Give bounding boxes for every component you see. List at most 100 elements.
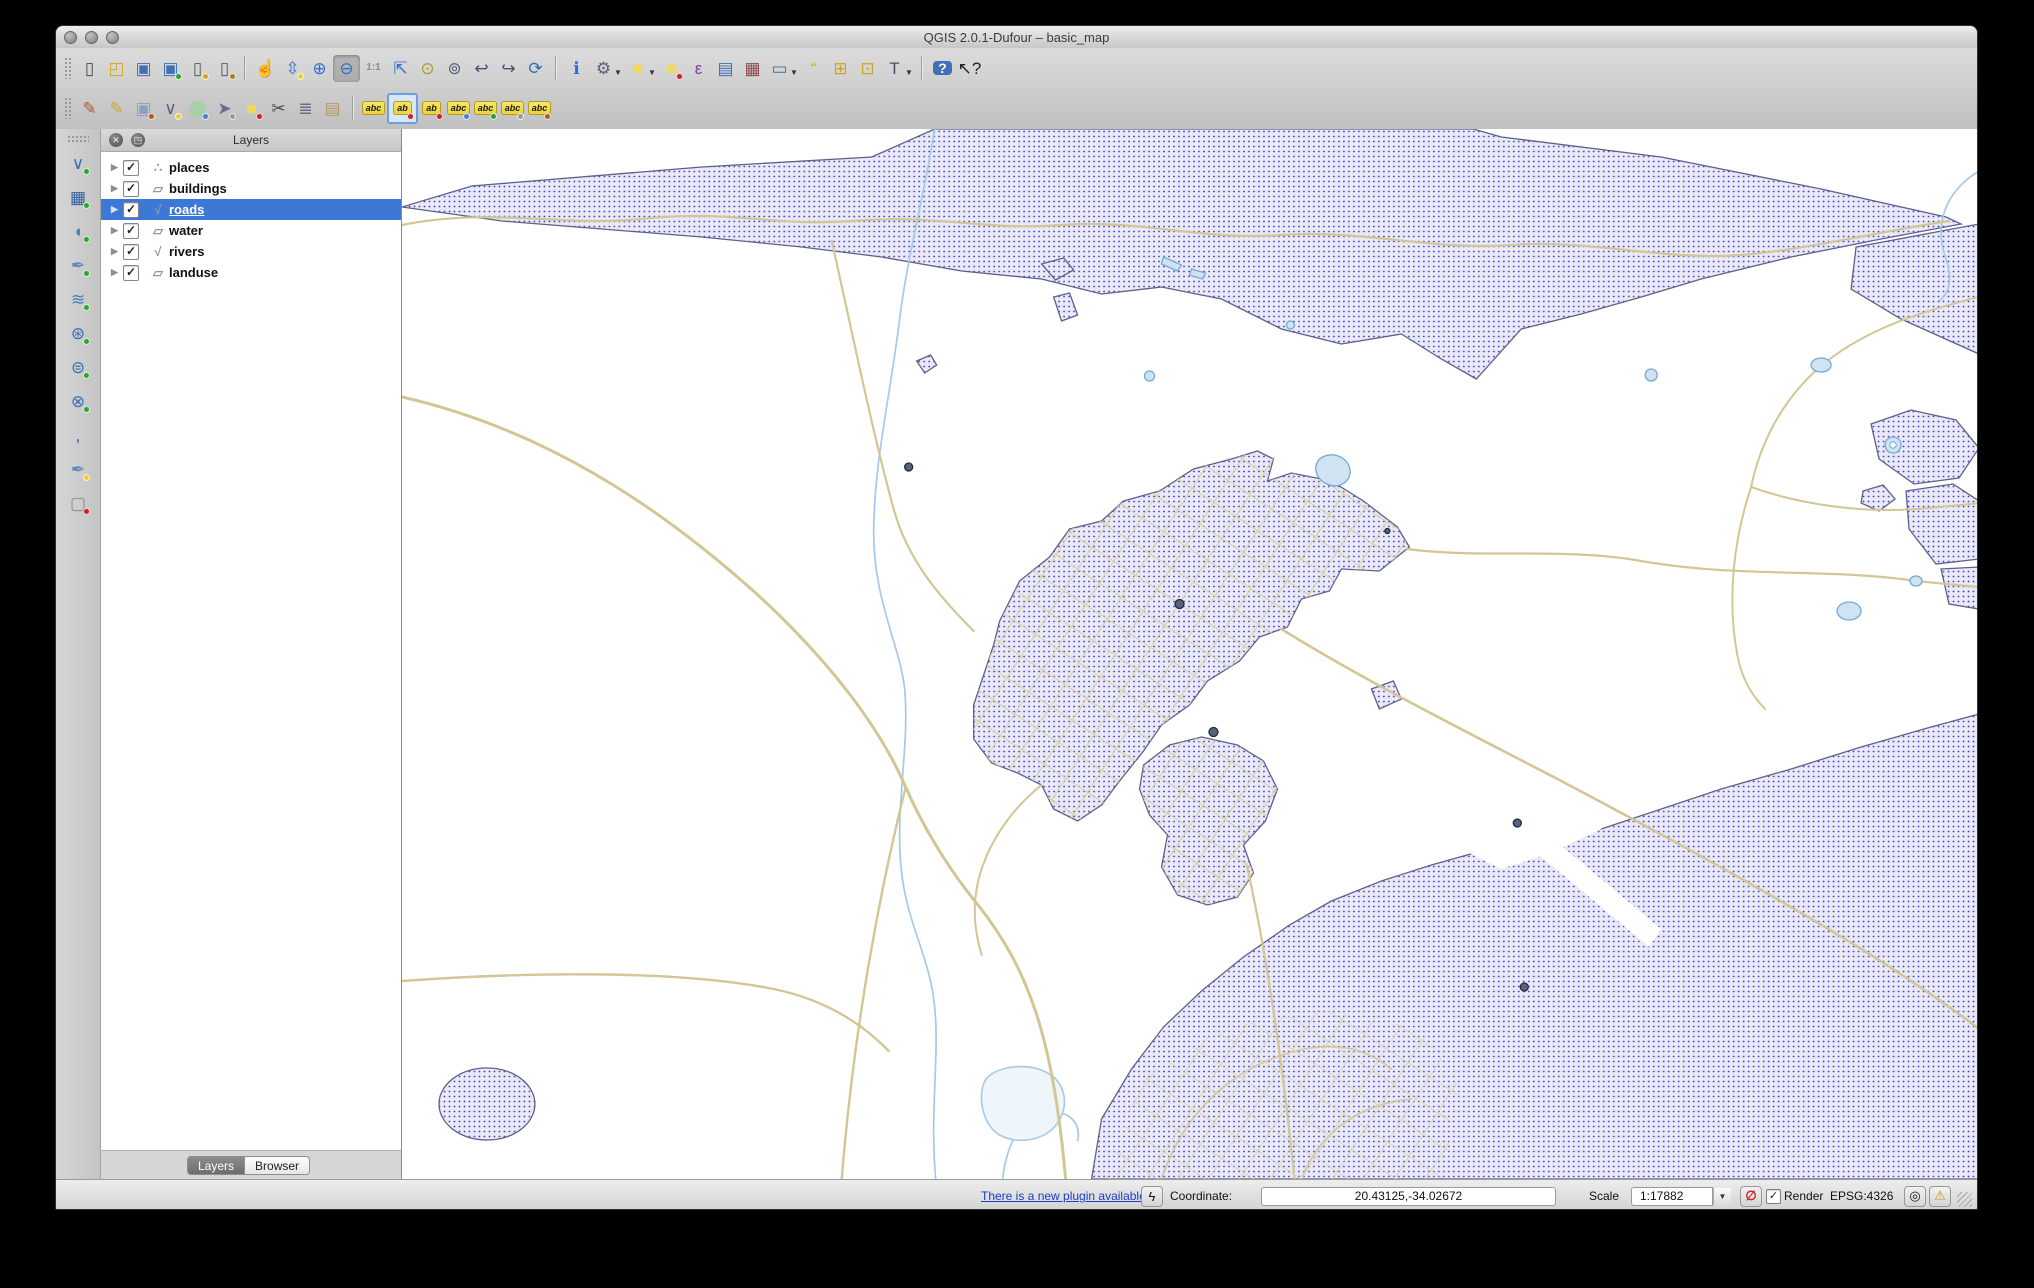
copy-features[interactable]: ≣ [292,95,319,122]
add-wcs-layer[interactable]: ⊜ [65,354,92,381]
toggle-editing[interactable]: ✎ [103,95,130,122]
render-checkbox[interactable]: ✓ [1766,1188,1781,1204]
layer-visibility-checkbox[interactable]: ✓ [123,222,139,239]
pan-map[interactable]: ☝ [252,55,279,82]
zoom-last[interactable]: ↩ [468,55,495,82]
expander-icon[interactable]: ▶ [111,162,123,173]
add-vector-layer[interactable]: ∨ [65,150,92,177]
label-properties[interactable]: abc [526,95,553,122]
toolbar-drag-handle[interactable] [64,97,72,119]
plugin-available-link[interactable]: There is a new plugin available [981,1189,1146,1203]
stop-render-icon[interactable]: ∅ [1740,1185,1762,1207]
map-canvas[interactable] [401,129,1977,1179]
layer-item-buildings[interactable]: ▶ ✓ ▱ buildings [101,178,401,199]
identify-features[interactable]: ℹ [563,55,590,82]
new-spatialite-layer[interactable]: ✒ [65,456,92,483]
city-streets [973,451,1462,1179]
coordinate-label: Coordinate: [1170,1189,1233,1203]
move-label[interactable]: abc [445,95,472,122]
delete-selected[interactable]: ■ [238,95,265,122]
zoom-out[interactable]: ⊖ [333,54,360,82]
layer-visibility-checkbox[interactable]: ✓ [123,201,139,218]
zoom-full[interactable]: ⇱ [387,55,414,82]
add-postgis-layer[interactable]: ◖ [65,218,92,245]
layer-visibility-checkbox[interactable]: ✓ [123,264,139,281]
new-project[interactable]: ▯ [76,55,103,82]
plugin-icon[interactable]: ϟ [1141,1185,1163,1207]
add-delimited-text-layer[interactable]: , [65,422,92,449]
add-wms-layer[interactable]: ⊛ [65,320,92,347]
layer-item-roads[interactable]: ▶ ✓ √ roads [101,199,401,220]
expander-icon[interactable]: ▶ [111,246,123,257]
new-shapefile-layer[interactable]: ▢ [65,490,92,517]
layer-visibility-checkbox[interactable]: ✓ [123,243,139,260]
scale-dropdown-icon[interactable]: ▼ [1713,1187,1731,1205]
expander-icon[interactable]: ▶ [111,204,123,215]
zoom-in[interactable]: ⊕ [306,55,333,82]
tab-browser[interactable]: Browser [245,1155,311,1175]
resize-grip[interactable] [1957,1192,1972,1207]
scale-combobox[interactable]: 1:17882 [1631,1186,1713,1206]
window-title: QGIS 2.0.1-Dufour – basic_map [923,29,1110,45]
whats-this[interactable]: ↖? [956,55,983,82]
coordinate-input[interactable]: 20.43125,-34.02672 [1261,1186,1556,1206]
layer-item-water[interactable]: ▶ ✓ ▱ water [101,220,401,241]
add-mssql-layer[interactable]: ≋ [65,286,92,313]
zoom-next[interactable]: ↪ [495,55,522,82]
expander-icon[interactable]: ▶ [111,183,123,194]
add-wfs-layer[interactable]: ⊗ [65,388,92,415]
digitizing-label-toolbar: ✎ ✎ ▣ ∨ ⬤ ➤ ■ ✂ ≣ ▤ abc ab ab abc abc abc abc [56,88,1977,128]
layer-visibility-checkbox[interactable]: ✓ [123,180,139,197]
layer-visibility-checkbox[interactable]: ✓ [123,159,139,176]
field-calculator[interactable]: ▦ [739,55,766,82]
expander-icon[interactable]: ▶ [111,225,123,236]
add-spatialite-layer[interactable]: ✒ [65,252,92,279]
open-attribute-table[interactable]: ▤ [712,55,739,82]
new-bookmark[interactable]: ⊞ [827,55,854,82]
layer-labeling-options[interactable]: abc [360,95,387,122]
run-feature-action[interactable]: ⚙ [590,55,617,82]
select-features[interactable]: ■ [624,55,651,82]
toolbar-drag-handle[interactable] [67,135,89,143]
crs-status-icon[interactable]: ◎ [1904,1185,1926,1207]
layer-item-rivers[interactable]: ▶ ✓ √ rivers [101,241,401,262]
map-tips[interactable]: “ [800,55,827,82]
measure[interactable]: ▭ [766,55,793,82]
deselect-features[interactable]: ■ [658,55,685,82]
new-print-composer[interactable]: ▯ [184,55,211,82]
show-bookmarks[interactable]: ⊡ [854,55,881,82]
select-by-expression[interactable]: ε [685,55,712,82]
zoom-native[interactable]: 1:1 [360,55,387,82]
cut-features[interactable]: ✂ [265,95,292,122]
log-messages-warning-icon[interactable]: ⚠ [1929,1185,1951,1207]
highlight-pinned-labels[interactable]: ab [418,95,445,122]
save-layer-edits[interactable]: ▣ [130,95,157,122]
add-feature[interactable]: ∨ [157,95,184,122]
zoom-to-selection[interactable]: ⊙ [414,55,441,82]
layer-item-places[interactable]: ▶ ✓ ∴ places [101,157,401,178]
toolbar-area: ▯ ◰ ▣ ▣ ▯ ▯ ☝ ⇳ ⊕ ⊖ 1:1 ⇱ ⊙ ⊚ ↩ ↪ ⟳ ℹ ⚙ ▼ ■ ▼ ■ ε ▤ ▦ ▭ ▼ “⊞ ⊡ T ▼? ↖? ✎… [56,48,1977,130]
toolbar-drag-handle[interactable] [64,57,72,79]
layer-item-landuse[interactable]: ▶ ✓ ▱ landuse [101,262,401,283]
expander-icon[interactable]: ▶ [111,267,123,278]
composer-manager[interactable]: ▯ [211,55,238,82]
add-raster-layer[interactable]: ▦ [65,184,92,211]
change-label[interactable]: abc [499,95,526,122]
title-bar[interactable]: QGIS 2.0.1-Dufour – basic_map [56,26,1977,49]
text-annotation[interactable]: T [881,55,908,82]
refresh-map[interactable]: ⟳ [522,55,549,82]
help-contents[interactable]: ? [929,55,956,82]
save-layer-edits-badge [148,112,155,120]
pin-unpin-labels[interactable]: ab [387,92,418,124]
pan-to-selection[interactable]: ⇳ [279,55,306,82]
move-feature[interactable]: ⬤ [184,95,211,122]
save-project-as[interactable]: ▣ [157,55,184,82]
zoom-to-layer[interactable]: ⊚ [441,55,468,82]
current-edits[interactable]: ✎ [76,95,103,122]
node-tool[interactable]: ➤ [211,95,238,122]
save-project[interactable]: ▣ [130,55,157,82]
rotate-label[interactable]: abc [472,95,499,122]
open-project[interactable]: ◰ [103,55,130,82]
paste-features[interactable]: ▤ [319,95,346,122]
tab-layers[interactable]: Layers [187,1155,246,1175]
